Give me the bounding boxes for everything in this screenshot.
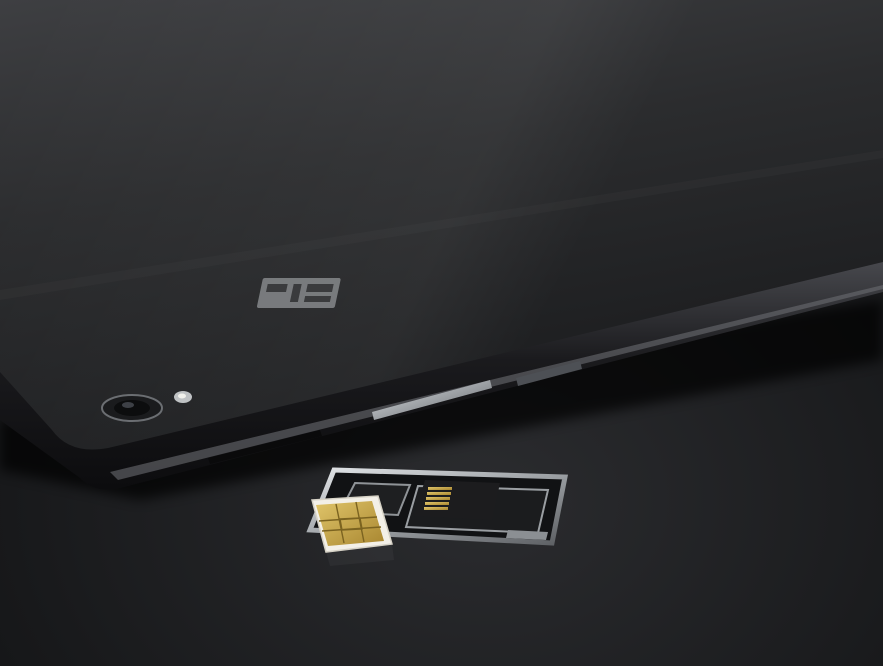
camera-lens-icon	[101, 394, 163, 422]
brand-logo-icon	[256, 278, 341, 308]
photo-scene	[0, 0, 883, 666]
flash-icon	[174, 391, 192, 403]
photo-canvas	[0, 0, 883, 666]
sim-card	[311, 495, 393, 553]
